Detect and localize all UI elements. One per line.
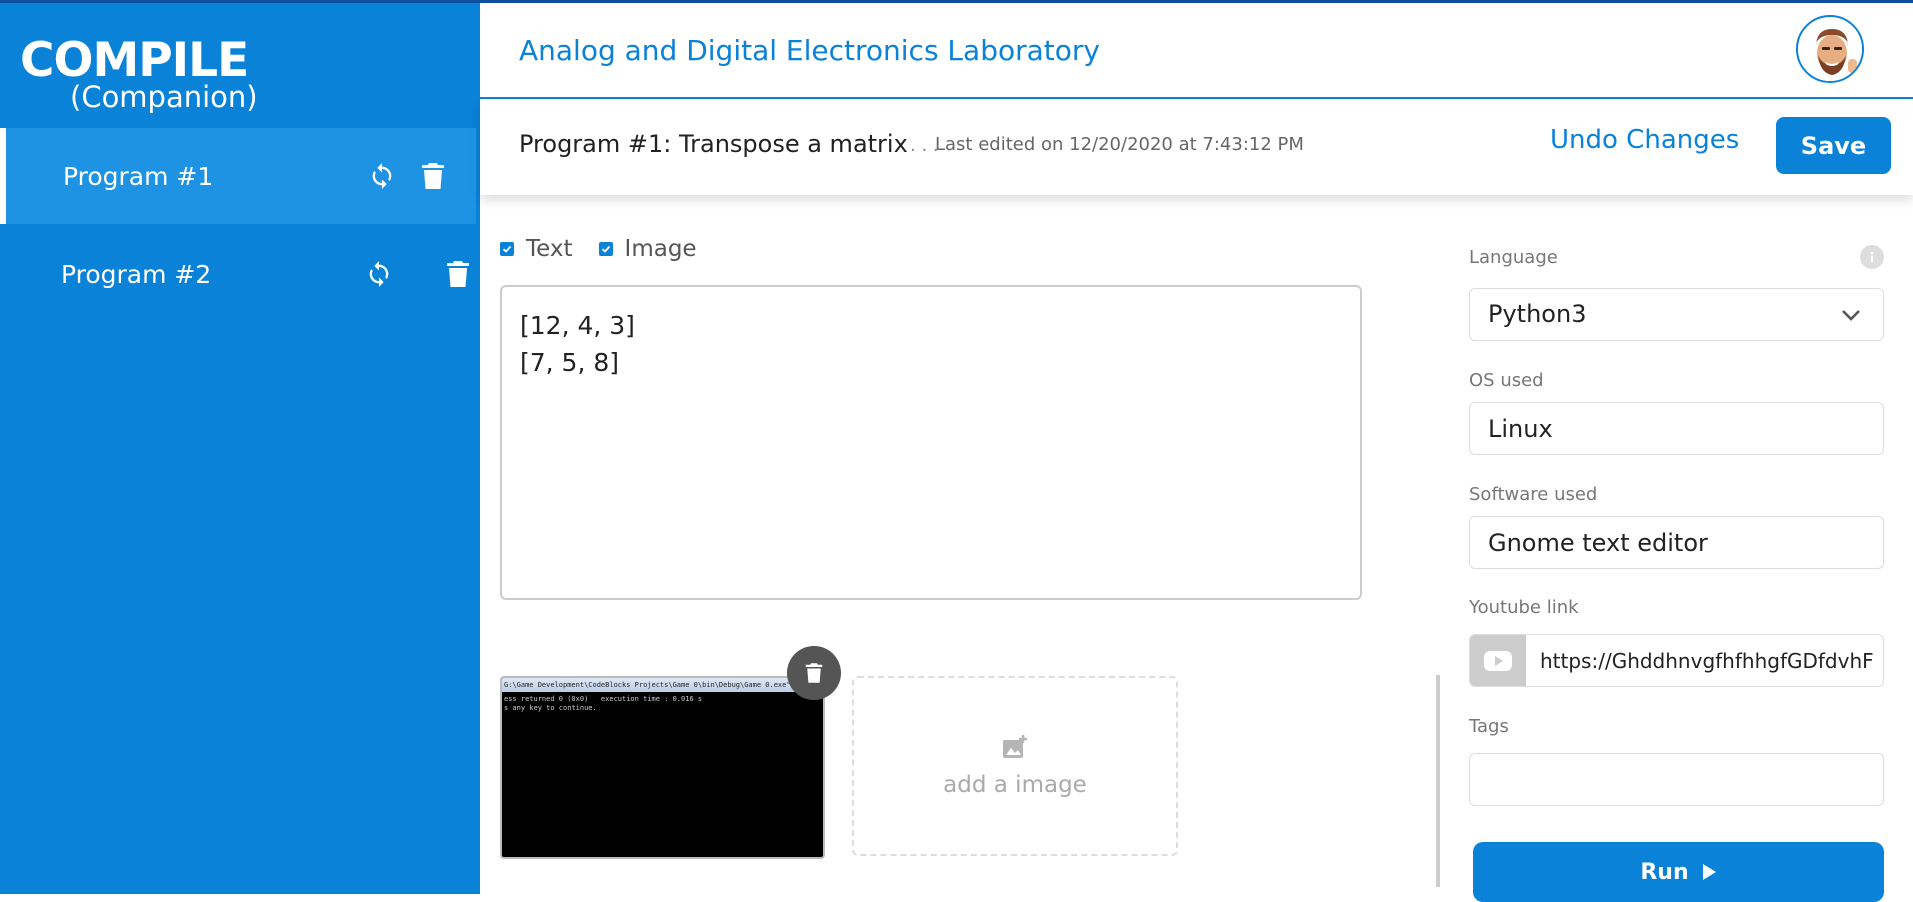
panel-resize-handle[interactable] [1436, 675, 1440, 887]
language-select[interactable]: Python3 [1469, 288, 1884, 341]
os-label: OS used [1469, 370, 1544, 391]
sidebar-item-label: Program #2 [61, 259, 212, 289]
info-icon[interactable] [1860, 245, 1884, 269]
program-toolbar: Program #1: Transpose a matrix . . . Las… [480, 99, 1913, 195]
undo-changes-button[interactable]: Undo Changes [1550, 125, 1739, 155]
trash-icon[interactable] [443, 258, 473, 290]
text-checkbox[interactable]: Text [500, 236, 573, 262]
language-value: Python3 [1488, 300, 1587, 328]
add-image-label: add a image [943, 772, 1087, 798]
youtube-field[interactable]: https://GhddhnvgfhfhhgfGDfdvhFs [1469, 634, 1884, 687]
youtube-label: Youtube link [1469, 597, 1579, 618]
avatar[interactable] [1796, 15, 1864, 83]
sidebar: COMPILE (Companion) Program #1 Program #… [0, 3, 480, 894]
trash-icon[interactable] [418, 160, 448, 192]
brand-name: COMPILE [20, 33, 249, 88]
checkbox-checked-icon[interactable] [598, 242, 613, 256]
youtube-link-value: https://GhddhnvgfhfhhgfGDfdvhFs [1540, 649, 1874, 673]
tags-label: Tags [1469, 716, 1509, 737]
save-button[interactable]: Save [1776, 117, 1891, 174]
attached-image-thumbnail[interactable]: G:\Game Development\CodeBlocks Projects\… [500, 676, 825, 859]
run-button-label: Run [1640, 859, 1689, 885]
brand-subtitle: (Companion) [70, 80, 258, 114]
software-label: Software used [1469, 484, 1598, 505]
image-checkbox-label: Image [624, 236, 697, 262]
thumbnail-console-text: ess returned 0 (0x0) execution time : 0.… [504, 695, 703, 712]
last-edited-text: Last edited on 12/20/2020 at 7:43:12 PM [935, 134, 1304, 155]
chevron-down-icon [1840, 305, 1862, 329]
delete-image-button[interactable] [787, 646, 841, 700]
refresh-icon[interactable] [367, 160, 397, 192]
language-label: Language [1469, 247, 1558, 268]
os-value: Linux [1488, 415, 1553, 443]
code-output-textarea[interactable]: [12, 4, 3] [7, 5, 8] [500, 285, 1362, 600]
refresh-icon[interactable] [364, 258, 394, 290]
sidebar-item-program-2[interactable]: Program #2 [0, 226, 476, 322]
image-checkbox[interactable]: Image [598, 236, 697, 262]
add-photo-icon [1001, 734, 1029, 764]
thumbnail-window-title: G:\Game Development\CodeBlocks Projects\… [502, 678, 823, 692]
software-field[interactable]: Gnome text editor [1469, 516, 1884, 569]
app-header: Analog and Digital Electronics Laborator… [480, 3, 1913, 99]
lab-title: Analog and Digital Electronics Laborator… [519, 34, 1100, 67]
text-checkbox-label: Text [526, 236, 573, 262]
content-type-toggles: Text Image [500, 236, 723, 262]
play-icon [1701, 863, 1717, 881]
youtube-icon [1470, 635, 1526, 686]
add-image-dropzone[interactable]: add a image [852, 676, 1178, 856]
program-title: Program #1: Transpose a matrix [519, 130, 908, 158]
tags-input[interactable] [1469, 753, 1884, 806]
brand-logo: COMPILE (Companion) [20, 33, 258, 115]
sidebar-item-program-1[interactable]: Program #1 [0, 128, 476, 224]
run-button[interactable]: Run [1473, 842, 1884, 902]
software-value: Gnome text editor [1488, 529, 1708, 557]
os-field[interactable]: Linux [1469, 402, 1884, 455]
sidebar-item-label: Program #1 [63, 161, 214, 191]
checkbox-checked-icon[interactable] [500, 242, 514, 256]
trash-icon [805, 663, 823, 683]
